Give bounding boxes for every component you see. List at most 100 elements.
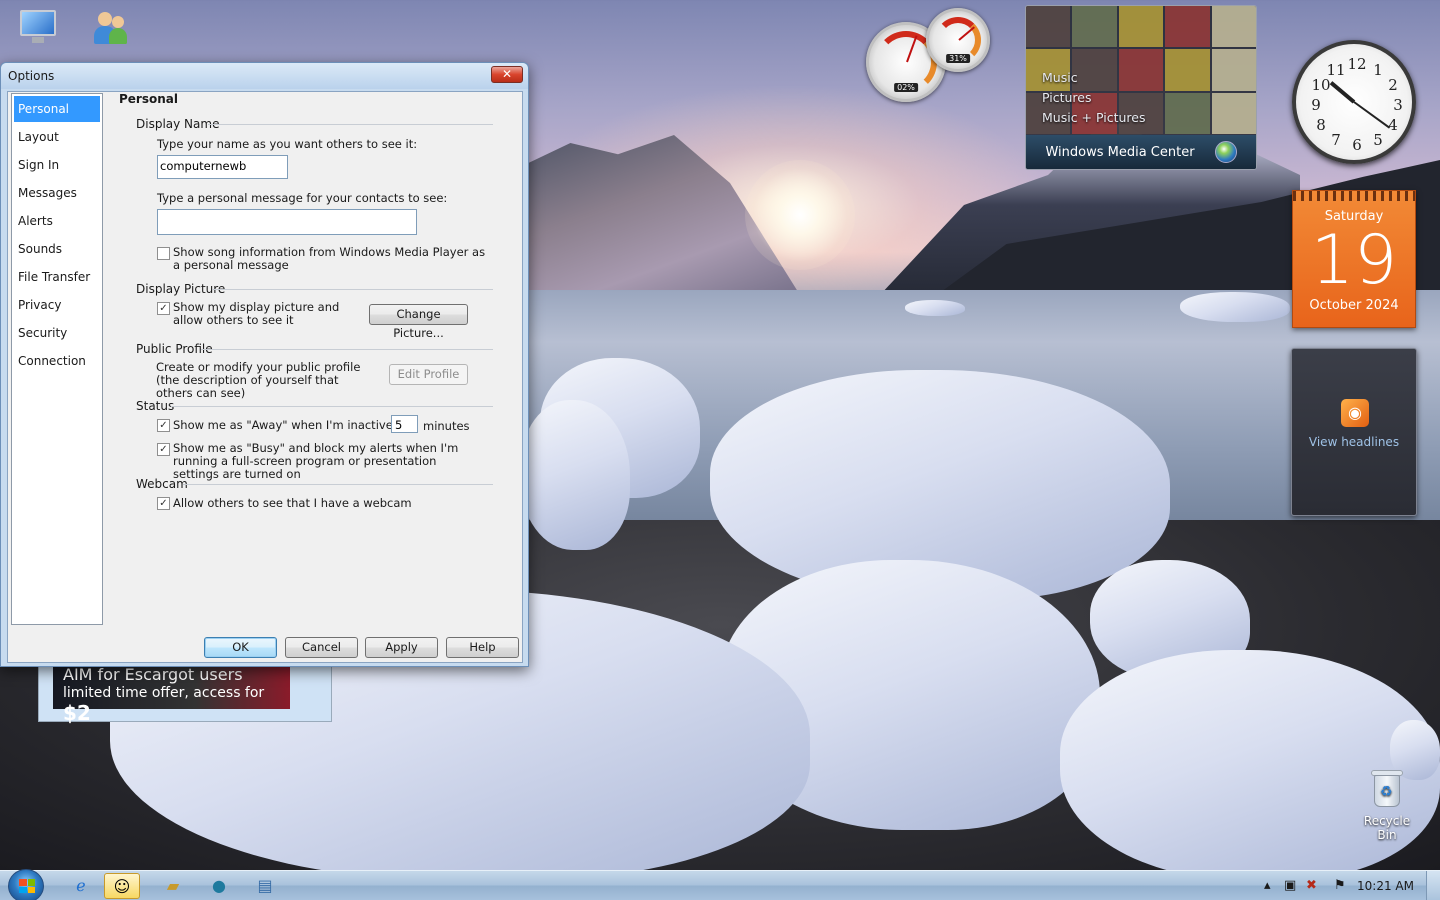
busy-checkbox[interactable]: ✓ — [157, 443, 170, 456]
memory-meter-gadget[interactable]: 31% — [926, 8, 990, 72]
media-center-gadget[interactable]: Music Pictures Music + Pictures Windows … — [1025, 5, 1257, 170]
clock-numeral: 8 — [1316, 116, 1326, 134]
song-info-checkbox[interactable] — [157, 247, 170, 260]
network-icon[interactable]: ▣ — [1284, 878, 1296, 893]
ad-offer: limited time offer, access for $2 — [63, 685, 290, 725]
webcam-label: Allow others to see that I have a webcam — [173, 496, 412, 510]
category-sounds[interactable]: Sounds — [14, 236, 100, 262]
clock-numeral: 12 — [1347, 55, 1367, 73]
rss-icon: ◉ — [1341, 399, 1369, 427]
media-menu-pictures[interactable]: Pictures — [1042, 88, 1146, 108]
notepad-icon[interactable]: ▤ — [247, 873, 283, 899]
clock-numeral: 7 — [1331, 131, 1341, 149]
options-dialog[interactable]: Options ✕ Personal Layout Sign In Messag… — [0, 62, 529, 667]
ok-button[interactable]: OK — [204, 637, 277, 658]
category-security[interactable]: Security — [14, 320, 100, 346]
group-divider — [171, 406, 493, 407]
clock-minute-hand — [1353, 101, 1391, 129]
messenger-desktop-shortcut[interactable] — [80, 10, 140, 50]
category-privacy[interactable]: Privacy — [14, 292, 100, 318]
clock-numeral: 6 — [1352, 136, 1362, 154]
clock-numeral: 5 — [1373, 131, 1383, 149]
clock-hour-hand — [1329, 81, 1356, 104]
change-picture-button[interactable]: Change Picture... — [369, 304, 468, 340]
media-player-icon[interactable]: ● — [201, 873, 237, 899]
clock-numeral: 1 — [1373, 61, 1383, 79]
personal-message-label: Type a personal message for your contact… — [157, 191, 448, 205]
clock-numeral: 3 — [1393, 96, 1403, 114]
category-connection[interactable]: Connection — [14, 348, 100, 374]
clock-numeral: 11 — [1326, 61, 1346, 79]
group-webcam: Webcam — [136, 477, 188, 491]
pane-title: Personal — [119, 92, 178, 106]
internet-explorer-icon[interactable]: ℯ — [63, 873, 99, 899]
wallpaper-ice — [905, 300, 965, 316]
display-name-input[interactable]: computernewb — [157, 155, 288, 179]
category-alerts[interactable]: Alerts — [14, 208, 100, 234]
messenger-icon[interactable]: ☺ — [104, 873, 140, 899]
taskbar: ℯ ☺ ▰ ● ▤ ▴ ▣ ✖ ⚑ 10:21 AM — [0, 869, 1440, 900]
media-menu-music-pictures[interactable]: Music + Pictures — [1042, 108, 1146, 128]
dialog-titlebar[interactable]: Options ✕ — [1, 63, 528, 89]
action-center-flag-icon[interactable]: ⚑ — [1334, 878, 1346, 893]
category-file-transfer[interactable]: File Transfer — [14, 264, 100, 290]
wallpaper-ice — [1180, 292, 1290, 322]
recycle-bin-desktop-icon[interactable]: ♻ Recycle Bin — [1356, 766, 1418, 842]
away-minutes-input[interactable]: 5 — [391, 415, 418, 433]
media-center-bar[interactable]: Windows Media Center — [1026, 135, 1256, 169]
calendar-rings — [1293, 191, 1415, 201]
public-profile-text: Create or modify your public profile (th… — [156, 360, 361, 400]
cpu-meter-value: 02% — [894, 82, 918, 92]
clock-gadget[interactable]: 12 1 2 3 4 5 6 7 8 9 10 11 — [1292, 40, 1416, 164]
wallpaper-sun — [745, 160, 855, 270]
wallpaper-ice — [1060, 650, 1440, 880]
cancel-button[interactable]: Cancel — [285, 637, 358, 658]
start-button[interactable] — [8, 869, 44, 900]
feed-headlines-gadget[interactable]: ◉ View headlines — [1291, 348, 1417, 516]
close-icon: ✕ — [501, 67, 513, 81]
category-messages[interactable]: Messages — [14, 180, 100, 206]
song-info-label: Show song information from Windows Media… — [173, 245, 486, 272]
webcam-checkbox[interactable]: ✓ — [157, 497, 170, 510]
windows-orb-icon — [1214, 141, 1237, 163]
system-tray: ▴ ▣ ✖ ⚑ 10:21 AM — [1250, 871, 1440, 900]
taskbar-clock[interactable]: 10:21 AM — [1357, 879, 1414, 893]
group-divider — [208, 124, 493, 125]
computer-desktop-icon[interactable] — [8, 8, 68, 44]
volume-muted-icon[interactable]: ✖ — [1306, 878, 1317, 893]
media-center-brand: Windows Media Center — [1045, 144, 1195, 160]
clock-numeral: 2 — [1388, 76, 1398, 94]
windows-logo-icon — [19, 879, 35, 893]
busy-label: Show me as "Busy" and block my alerts wh… — [173, 441, 459, 481]
recycle-bin-icon: ♻ — [1370, 766, 1404, 810]
minutes-label: minutes — [423, 419, 470, 433]
calendar-day: 19 — [1310, 221, 1398, 300]
group-divider — [201, 349, 493, 350]
group-divider — [183, 484, 493, 485]
category-sign-in[interactable]: Sign In — [14, 152, 100, 178]
media-menu-music[interactable]: Music — [1042, 68, 1146, 88]
edit-profile-button[interactable]: Edit Profile — [389, 364, 468, 385]
show-picture-label: Show my display picture and allow others… — [173, 300, 340, 327]
show-hidden-icons-icon[interactable]: ▴ — [1264, 878, 1271, 893]
ad-headline: AIM for Escargot users — [63, 665, 243, 684]
category-personal[interactable]: Personal — [14, 96, 100, 122]
view-headlines-link[interactable]: View headlines — [1292, 435, 1416, 449]
away-checkbox[interactable]: ✓ — [157, 419, 170, 432]
personal-message-input[interactable] — [157, 209, 417, 235]
show-desktop-button[interactable] — [1426, 871, 1440, 900]
group-status: Status — [136, 399, 175, 413]
memory-meter-value: 31% — [946, 54, 970, 64]
display-name-label: Type your name as you want others to see… — [157, 137, 418, 151]
options-category-list[interactable]: Personal Layout Sign In Messages Alerts … — [11, 93, 103, 625]
calendar-gadget[interactable]: Saturday 19 October 2024 — [1292, 190, 1416, 328]
close-button[interactable]: ✕ — [491, 66, 523, 83]
category-layout[interactable]: Layout — [14, 124, 100, 150]
apply-button[interactable]: Apply — [365, 637, 438, 658]
ad-price: $2 — [63, 701, 91, 725]
help-button[interactable]: Help — [446, 637, 519, 658]
computer-icon — [16, 8, 60, 44]
messenger-shortcut-icon — [88, 10, 132, 50]
explorer-folder-icon[interactable]: ▰ — [155, 873, 191, 899]
show-picture-checkbox[interactable]: ✓ — [157, 302, 170, 315]
